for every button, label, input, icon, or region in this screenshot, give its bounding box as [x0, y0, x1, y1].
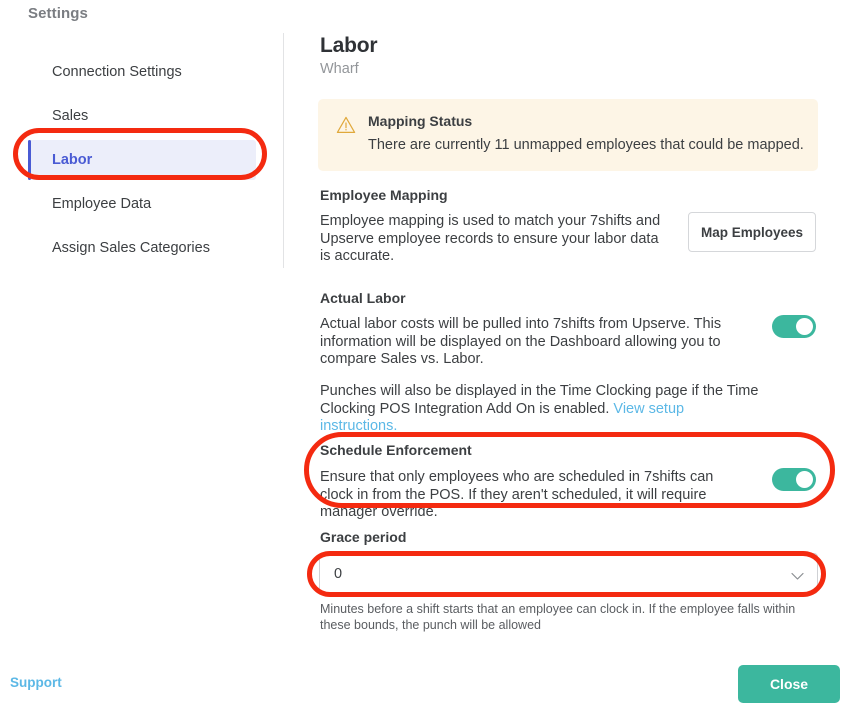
actual-labor-toggle[interactable]: [772, 315, 816, 338]
sidebar-item-label: Labor: [52, 152, 93, 168]
main-content: Labor Wharf Mapping Status There are cur…: [284, 0, 862, 710]
grace-period-helper-text: Minutes before a shift starts that an em…: [320, 602, 796, 632]
schedule-enforcement-description: Ensure that only employees who are sched…: [320, 469, 714, 520]
sidebar-item-connection-settings[interactable]: Connection Settings: [28, 52, 256, 92]
sidebar-item-employee-data[interactable]: Employee Data: [28, 184, 256, 224]
sidebar-item-label: Connection Settings: [52, 64, 182, 80]
sidebar-item-label: Employee Data: [52, 196, 152, 212]
schedule-enforcement-toggle[interactable]: [772, 468, 816, 491]
mapping-status-alert: Mapping Status There are currently 11 un…: [318, 99, 818, 171]
sidebar: Settings Connection Settings Sales Labor…: [0, 0, 284, 710]
support-link[interactable]: Support: [10, 675, 62, 690]
sidebar-item-sales[interactable]: Sales: [28, 96, 256, 136]
chevron-down-icon: [791, 568, 804, 580]
employee-mapping-heading: Employee Mapping: [320, 187, 448, 203]
sidebar-item-label: Sales: [52, 108, 89, 124]
close-button[interactable]: Close: [738, 665, 840, 703]
punches-text: Punches will also be displayed in the Ti…: [320, 383, 759, 417]
grace-period-value: 0: [334, 565, 343, 582]
grace-period-heading: Grace period: [320, 529, 407, 545]
sidebar-nav: Connection Settings Sales Labor Employee…: [28, 52, 256, 272]
warning-triangle-icon: [336, 115, 356, 135]
sidebar-item-label: Assign Sales Categories: [52, 240, 210, 256]
toggle-knob: [796, 471, 813, 488]
settings-modal: Settings Connection Settings Sales Labor…: [0, 0, 862, 710]
toggle-knob: [796, 318, 813, 335]
grace-period-select[interactable]: 0: [319, 553, 818, 594]
map-employees-button[interactable]: Map Employees: [688, 212, 816, 252]
alert-body: There are currently 11 unmapped employee…: [368, 137, 804, 153]
sidebar-title: Settings: [28, 5, 88, 22]
actual-labor-description: Actual labor costs will be pulled into 7…: [320, 316, 722, 367]
page-subtitle: Wharf: [320, 61, 359, 77]
sidebar-item-assign-sales-categories[interactable]: Assign Sales Categories: [28, 228, 256, 268]
page-title: Labor: [320, 34, 378, 57]
schedule-enforcement-heading: Schedule Enforcement: [320, 442, 472, 458]
alert-heading: Mapping Status: [368, 113, 473, 129]
sidebar-item-labor[interactable]: Labor: [28, 140, 256, 180]
employee-mapping-description: Employee mapping is used to match your 7…: [320, 213, 661, 264]
punches-description: Punches will also be displayed in the Ti…: [320, 383, 760, 436]
actual-labor-heading: Actual Labor: [320, 290, 406, 306]
